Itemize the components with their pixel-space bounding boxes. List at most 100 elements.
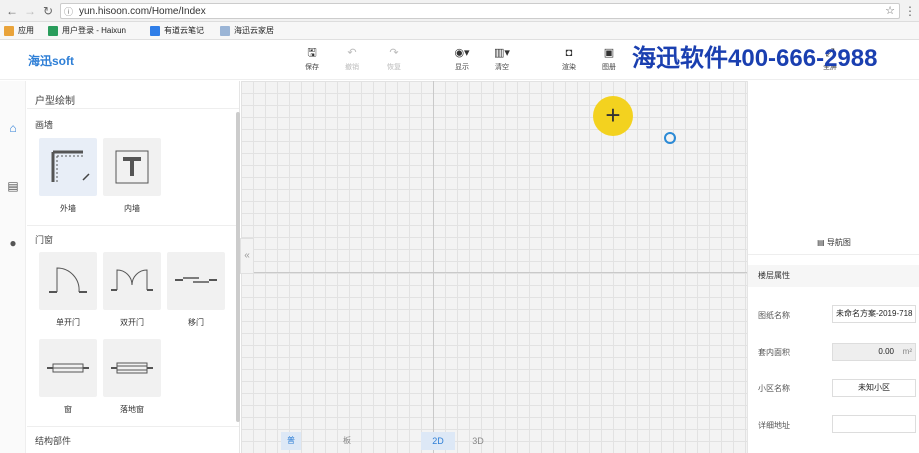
box-icon[interactable]: ▤ (6, 179, 20, 193)
map-icon: ▤ (817, 238, 827, 247)
divider (27, 225, 239, 226)
floor-window-label: 落地窗 (120, 405, 144, 414)
url-field[interactable]: ⓘ yun.hisoon.com/Home/Index ☆ (60, 3, 900, 19)
outer-wall-icon (51, 150, 90, 182)
render-label: 渲染 (562, 64, 576, 71)
camera-icon: ◘ (565, 47, 573, 59)
double-door-card[interactable] (103, 252, 161, 310)
normal-mode-tab[interactable]: 普通模式 (281, 432, 301, 450)
inner-wall-label: 内墙 (124, 204, 140, 213)
canvas-axis-vertical (433, 81, 434, 453)
area-unit: m² (902, 347, 912, 356)
redo-icon: ↷ (389, 47, 399, 59)
album-label: 图册 (602, 64, 616, 71)
bookmark-haixun-login[interactable]: 用户登录 - Haixun (48, 24, 126, 38)
clear-icon: ▥▾ (494, 47, 510, 59)
clear-label: 清空 (495, 64, 509, 71)
undo-label: 撤销 (345, 64, 359, 71)
sliding-door-label: 移门 (188, 318, 204, 327)
album-button[interactable]: ▣ 图册 (591, 46, 627, 72)
address-input[interactable] (832, 415, 916, 433)
properties-panel: ▤ 导航图 楼层属性 图纸名称 未命名方案-2019-718 套内面积 0.00… (747, 81, 919, 453)
side-nav: ⌂ ▤ ● (0, 81, 26, 453)
outer-wall-label: 外墙 (60, 204, 76, 213)
render-button[interactable]: ◘ 渲染 (551, 46, 587, 72)
double-door-label: 双开门 (120, 318, 144, 327)
component-panel: 户型绘制 画墙 外墙 内墙 门窗 单开门 双开门 移门 窗 落地窗 结构部件 (27, 81, 240, 453)
sliding-door-icon (175, 277, 217, 283)
floor-window-card[interactable] (103, 339, 161, 397)
section-title-doors-windows: 门窗 (35, 235, 54, 245)
drawing-canvas[interactable]: + 普通模式 板件模式 2D 3D (241, 81, 747, 453)
forward-arrow-icon[interactable]: → (22, 3, 38, 19)
drawing-name-label: 图纸名称 (758, 311, 790, 320)
sliding-door-card[interactable] (167, 252, 225, 310)
view-3d-tab[interactable]: 3D (461, 432, 495, 450)
window-icon (47, 363, 89, 373)
bookmark-haixun-cloud[interactable]: 海迅云家居 (220, 24, 274, 38)
community-name-label: 小区名称 (758, 384, 790, 393)
haixun-icon (48, 25, 58, 36)
snap-point-icon (664, 132, 676, 144)
inner-wall-card[interactable] (103, 138, 161, 196)
save-label: 保存 (305, 64, 319, 71)
interior-area-label: 套内面积 (758, 348, 790, 357)
address-label: 详细地址 (758, 421, 790, 430)
display-label: 显示 (455, 64, 469, 71)
apps-grid-icon (4, 25, 14, 36)
user-icon[interactable]: ● (6, 236, 20, 250)
window-label: 窗 (64, 405, 72, 414)
navigation-map-label: 导航图 (826, 238, 851, 247)
floor-properties-header: 楼层属性 (748, 265, 919, 287)
single-door-card[interactable] (39, 252, 97, 310)
redo-button[interactable]: ↷ 恢复 (376, 46, 412, 72)
interior-area-value: 0.00 (878, 347, 894, 356)
double-door-icon (111, 269, 153, 291)
browser-address-bar: ← → ↻ ⓘ yun.hisoon.com/Home/Index ☆ ⋮ (0, 0, 919, 22)
window-card[interactable] (39, 339, 97, 397)
menu-icon[interactable]: ⋮ (902, 3, 918, 19)
watermark-text: 海迅软件400-666-2988 (632, 45, 878, 72)
undo-icon: ↶ (347, 47, 357, 59)
star-icon[interactable]: ☆ (885, 4, 895, 17)
eye-icon: ◉▾ (454, 47, 470, 59)
save-icon: 🖫 (307, 47, 317, 59)
reload-icon[interactable]: ↻ (40, 3, 56, 19)
collapse-panel-button[interactable]: « (240, 238, 254, 274)
bookmark-label: 用户登录 - Haixun (62, 26, 127, 35)
youdao-icon (150, 25, 160, 36)
inner-wall-icon (115, 150, 149, 184)
panel-mode-tab[interactable]: 板件模式 (337, 432, 357, 450)
outer-wall-card[interactable] (39, 138, 97, 196)
floor-window-icon (111, 362, 153, 374)
clear-button[interactable]: ▥▾ 清空 (484, 46, 520, 72)
section-title-walls: 画墙 (35, 120, 54, 130)
section-title-structure: 结构部件 (35, 436, 72, 446)
page-icon (220, 25, 230, 36)
community-name-input[interactable]: 未知小区 (832, 379, 916, 397)
info-icon: ⓘ (64, 7, 74, 17)
bookmark-youdao-note[interactable]: 有道云笔记 (150, 24, 204, 38)
album-icon: ▣ (603, 47, 615, 59)
url-text: yun.hisoon.com/Home/Index (79, 6, 206, 17)
back-arrow-icon[interactable]: ← (4, 3, 20, 19)
divider (27, 108, 239, 109)
undo-button[interactable]: ↶ 撤销 (334, 46, 370, 72)
view-2d-tab[interactable]: 2D (421, 432, 455, 450)
navigation-map-toggle[interactable]: ▤ 导航图 (748, 231, 919, 255)
bookmark-label: 海迅云家居 (234, 26, 274, 35)
divider (27, 426, 239, 427)
plus-cursor-icon: + (593, 96, 633, 136)
home-icon[interactable]: ⌂ (6, 121, 20, 135)
app-logo: 海迅soft (28, 54, 74, 68)
display-button[interactable]: ◉▾ 显示 (444, 46, 480, 72)
single-door-icon (49, 267, 87, 293)
redo-label: 恢复 (387, 64, 401, 71)
save-button[interactable]: 🖫 保存 (294, 46, 330, 72)
bookmark-apps[interactable]: 应用 (4, 24, 34, 38)
bookmark-label: 应用 (18, 26, 34, 35)
bookmark-label: 有道云笔记 (164, 26, 204, 35)
drawing-name-input[interactable]: 未命名方案-2019-718 (832, 305, 916, 323)
single-door-label: 单开门 (56, 318, 80, 327)
canvas-axis-horizontal (241, 272, 747, 273)
